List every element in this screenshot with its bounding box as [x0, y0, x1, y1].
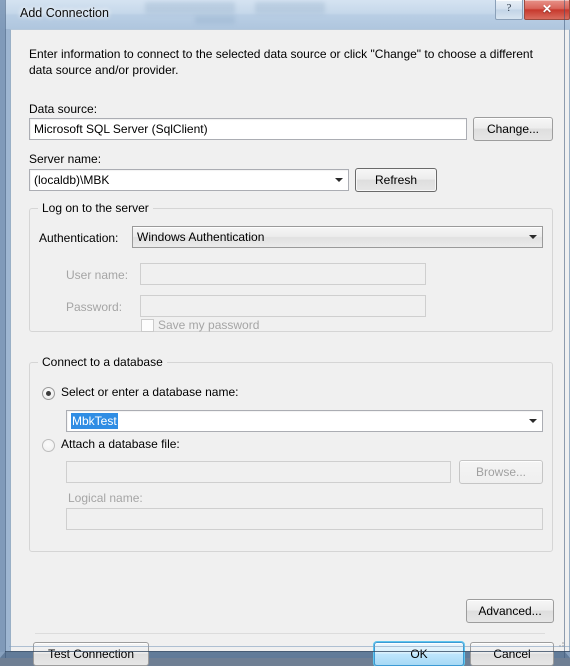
- footer-separator: [35, 633, 545, 634]
- attach-database-label: Attach a database file:: [61, 437, 180, 451]
- close-button[interactable]: ✕: [524, 0, 570, 20]
- help-button[interactable]: ?: [495, 0, 523, 20]
- authentication-dropdown-button[interactable]: [524, 228, 541, 246]
- window-title: Add Connection: [20, 6, 109, 20]
- password-input[interactable]: [140, 295, 426, 317]
- data-source-label: Data source:: [29, 102, 98, 116]
- chevron-down-icon: [528, 419, 537, 423]
- attach-database-radio[interactable]: [42, 439, 55, 452]
- close-icon: ✕: [541, 2, 553, 16]
- resize-grip[interactable]: [555, 638, 565, 648]
- title-bar[interactable]: Add Connection ? ✕: [5, 0, 570, 29]
- database-name-combo[interactable]: MbkTest: [66, 410, 543, 432]
- dialog-content: Enter information to connect to the sele…: [11, 30, 569, 666]
- intro-text: Enter information to connect to the sele…: [29, 47, 533, 77]
- radio-dot-icon: [46, 391, 51, 396]
- select-database-label: Select or enter a database name:: [61, 385, 239, 399]
- save-password-label: Save my password: [158, 318, 260, 332]
- caption-buttons: ? ✕: [495, 0, 570, 20]
- test-connection-button[interactable]: Test Connection: [33, 642, 149, 666]
- dialog-client-area: Enter information to connect to the sele…: [10, 29, 570, 666]
- ok-button[interactable]: OK: [374, 642, 464, 666]
- authentication-value: Windows Authentication: [137, 230, 265, 244]
- cancel-button[interactable]: Cancel: [470, 642, 554, 666]
- logical-name-input[interactable]: [66, 508, 543, 530]
- select-database-radio[interactable]: [42, 387, 55, 400]
- logical-name-label: Logical name:: [68, 491, 143, 505]
- database-name-value-wrap: MbkTest: [71, 411, 522, 431]
- database-name-value: MbkTest: [71, 413, 118, 429]
- username-label: User name:: [66, 268, 129, 282]
- glass-reflection: [145, 2, 235, 14]
- database-name-dropdown-button[interactable]: [524, 412, 541, 430]
- server-name-combo[interactable]: (localdb)\MBK: [29, 169, 349, 191]
- server-name-value: (localdb)\MBK: [34, 173, 110, 187]
- attach-file-input[interactable]: [66, 461, 451, 483]
- chevron-down-icon: [528, 235, 537, 239]
- server-name-label: Server name:: [29, 152, 102, 166]
- chevron-down-icon: [334, 178, 343, 182]
- logon-groupbox-title: Log on to the server: [38, 201, 153, 215]
- glass-reflection: [195, 16, 235, 24]
- server-name-dropdown-button[interactable]: [330, 171, 347, 189]
- authentication-combo[interactable]: Windows Authentication: [132, 226, 543, 248]
- password-label: Password:: [66, 300, 123, 314]
- refresh-servers-button[interactable]: Refresh: [355, 168, 437, 192]
- add-connection-dialog: Add Connection ? ✕ Enter information to …: [0, 0, 570, 666]
- glass-reflection: [255, 2, 325, 14]
- advanced-button[interactable]: Advanced...: [466, 599, 554, 623]
- change-data-source-button[interactable]: Change...: [473, 117, 553, 141]
- data-source-value: Microsoft SQL Server (SqlClient): [29, 118, 467, 140]
- database-groupbox-title: Connect to a database: [38, 355, 167, 369]
- authentication-label: Authentication:: [39, 231, 119, 245]
- browse-file-button[interactable]: Browse...: [459, 460, 543, 484]
- window-edge-left: [5, 0, 6, 658]
- question-mark-icon: ?: [506, 2, 512, 14]
- save-password-checkbox[interactable]: [141, 319, 154, 332]
- username-input[interactable]: [140, 263, 426, 285]
